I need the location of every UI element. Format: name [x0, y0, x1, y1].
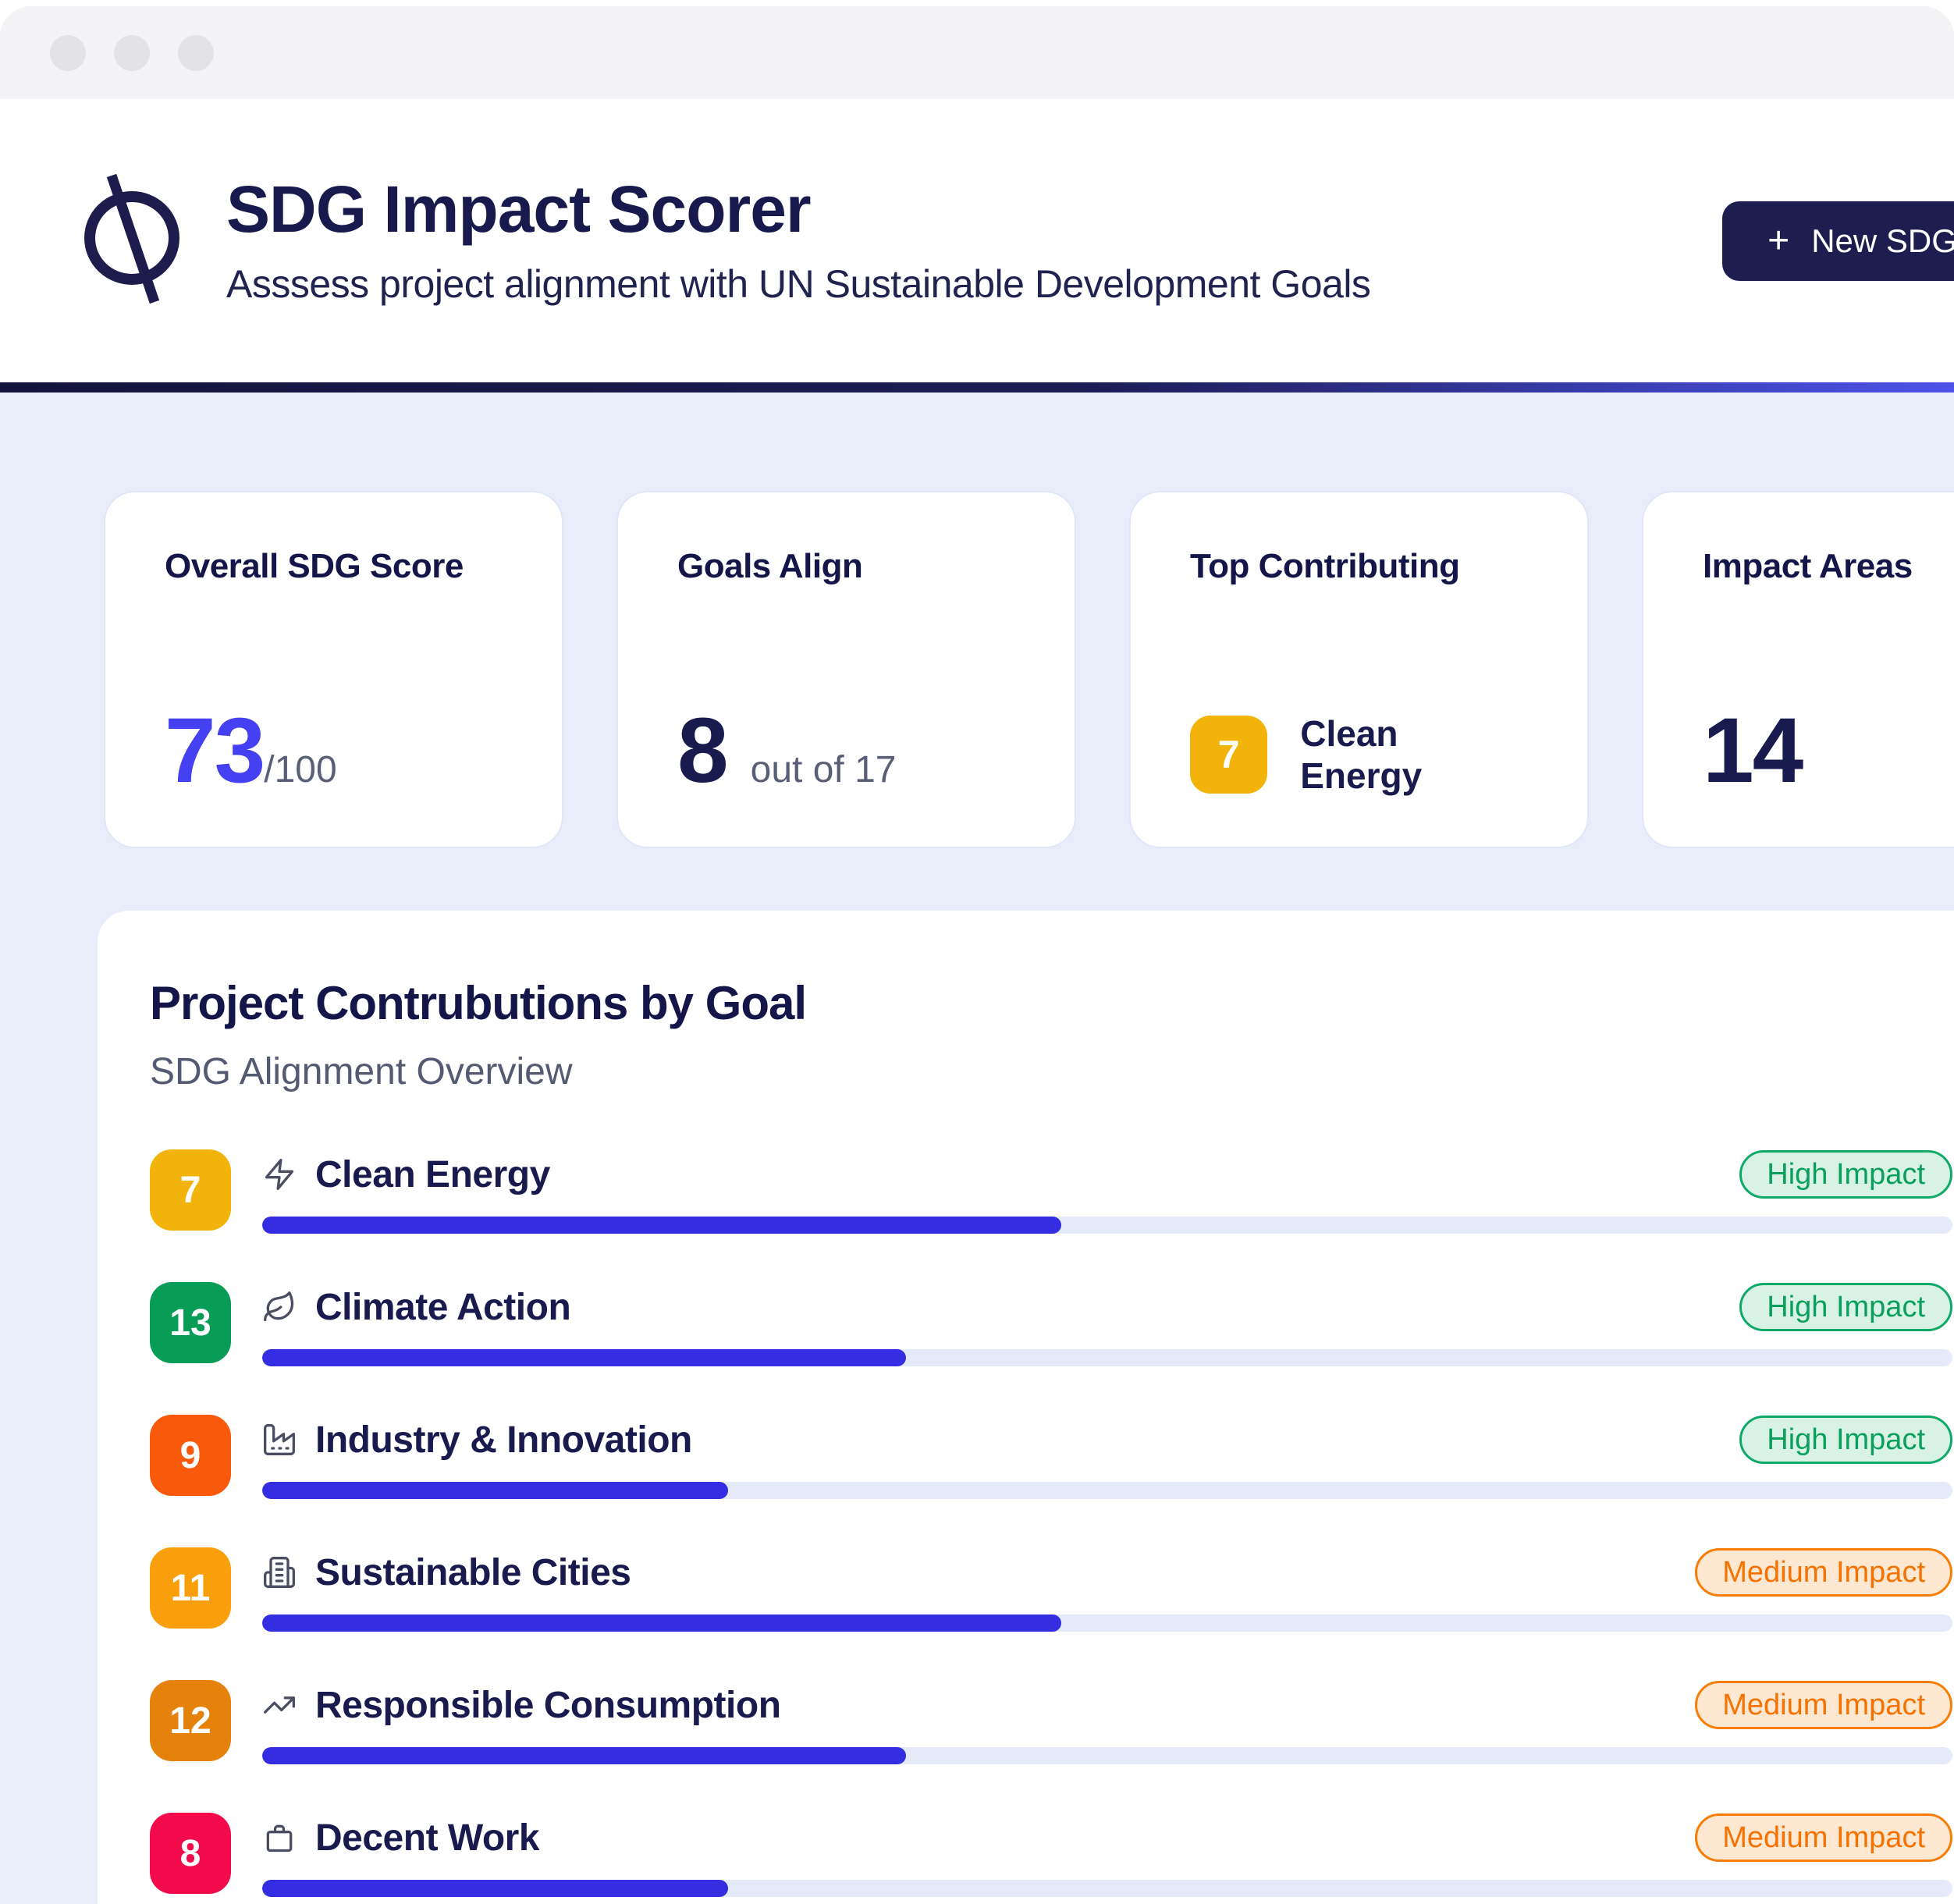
leaf-icon [262, 1290, 297, 1324]
impact-badge: Medium Impact [1695, 1813, 1952, 1862]
impact-badge: Medium Impact [1695, 1681, 1952, 1729]
impact-badge: High Impact [1739, 1416, 1952, 1464]
page-subtitle: Asssess project alignment with UN Sustai… [226, 261, 1370, 307]
new-sdg-assessment-label: New SDG Assessment [1811, 222, 1954, 260]
browser-window: SDG Impact Scorer Asssess project alignm… [0, 6, 1954, 1904]
accent-divider [0, 382, 1954, 393]
progress-track [262, 1349, 1952, 1366]
stat-value: 8 out of 17 [677, 705, 1015, 797]
stat-label: Impact Areas [1703, 547, 1954, 586]
new-sdg-assessment-button[interactable]: + New SDG Assessment [1722, 201, 1954, 281]
stat-label: Top Contributing [1190, 547, 1528, 586]
progress-track [262, 1747, 1952, 1764]
goal-row-industry-innovation: 9 Industry & Innovation High Impact [150, 1415, 1952, 1499]
goal-number-badge: 11 [150, 1547, 231, 1629]
zap-icon [262, 1157, 297, 1192]
goal-number-badge: 12 [150, 1680, 231, 1761]
sdg-7-badge: 7 [1190, 716, 1267, 794]
goal-label: Decent Work [315, 1817, 539, 1860]
progress-track [262, 1482, 1952, 1499]
progress-fill [262, 1349, 906, 1366]
progress-track [262, 1880, 1952, 1897]
goal-number-badge: 13 [150, 1282, 231, 1363]
goal-number-badge: 8 [150, 1813, 231, 1894]
stats-row: Overall SDG Score 73 /100 Goals Align 8 … [104, 491, 1954, 848]
progress-fill [262, 1880, 728, 1897]
goal-row-sustainable-cities: 11 Sustainable Cities Medium Impact [150, 1547, 1952, 1632]
plus-icon: + [1767, 222, 1789, 260]
stat-value: 7 Clean Energy [1190, 712, 1528, 797]
stat-value: 73 /100 [165, 705, 503, 797]
goal-label: Climate Action [315, 1286, 570, 1329]
window-control-dot[interactable] [50, 35, 86, 71]
progress-track [262, 1217, 1952, 1234]
header-titles: SDG Impact Scorer Asssess project alignm… [226, 175, 1370, 306]
window-control-dot[interactable] [114, 35, 150, 71]
stat-card-impact-areas: Impact Areas 14 [1642, 491, 1954, 848]
goal-list: 7 Clean Energy High Impact 13 [150, 1149, 1952, 1897]
panel-subtitle: SDG Alignment Overview [150, 1050, 1952, 1095]
goal-row-decent-work: 8 Decent Work Medium Impact [150, 1813, 1952, 1897]
overall-score-value: 73 [165, 705, 264, 797]
page-title: SDG Impact Scorer [226, 175, 1370, 243]
app-logo [81, 172, 183, 310]
goal-number-badge: 7 [150, 1149, 231, 1231]
app-header: SDG Impact Scorer Asssess project alignm… [0, 99, 1954, 382]
top-contributing-goal: Clean Energy [1300, 712, 1528, 797]
progress-fill [262, 1217, 1061, 1234]
window-control-dot[interactable] [178, 35, 214, 71]
overall-score-suffix: /100 [264, 748, 336, 791]
goal-label: Responsible Consumption [315, 1684, 781, 1727]
progress-track [262, 1614, 1952, 1632]
impact-badge: Medium Impact [1695, 1548, 1952, 1597]
factory-icon [262, 1423, 297, 1457]
impact-areas-value: 14 [1703, 705, 1802, 797]
stat-card-top-contributing: Top Contributing 7 Clean Energy [1129, 491, 1589, 848]
progress-fill [262, 1747, 906, 1764]
goal-row-climate-action: 13 Climate Action High Impact [150, 1282, 1952, 1366]
goals-align-suffix: out of 17 [751, 748, 897, 791]
stat-card-overall-sdg-score: Overall SDG Score 73 /100 [104, 491, 563, 848]
panel-title: Project Contrubutions by Goal [150, 976, 1952, 1031]
trending-up-icon [262, 1688, 297, 1722]
goal-row-clean-energy: 7 Clean Energy High Impact [150, 1149, 1952, 1234]
stat-label: Goals Align [677, 547, 1015, 586]
progress-fill [262, 1482, 728, 1499]
goal-label: Clean Energy [315, 1153, 550, 1196]
goal-label: Industry & Innovation [315, 1419, 692, 1462]
goal-row-responsible-consumption: 12 Responsible Consumption Medium Impact [150, 1680, 1952, 1764]
impact-badge: High Impact [1739, 1150, 1952, 1199]
briefcase-icon [262, 1821, 297, 1855]
stat-value: 14 [1703, 705, 1954, 797]
impact-badge: High Impact [1739, 1283, 1952, 1331]
stat-card-goals-align: Goals Align 8 out of 17 [616, 491, 1076, 848]
buildings-icon [262, 1555, 297, 1590]
progress-fill [262, 1614, 1061, 1632]
contributions-panel: Project Contrubutions by Goal SDG Alignm… [98, 911, 1954, 1904]
browser-titlebar [0, 6, 1954, 99]
goal-label: Sustainable Cities [315, 1551, 631, 1594]
goal-number-badge: 9 [150, 1415, 231, 1496]
goals-align-value: 8 [677, 705, 727, 797]
stat-label: Overall SDG Score [165, 547, 503, 586]
